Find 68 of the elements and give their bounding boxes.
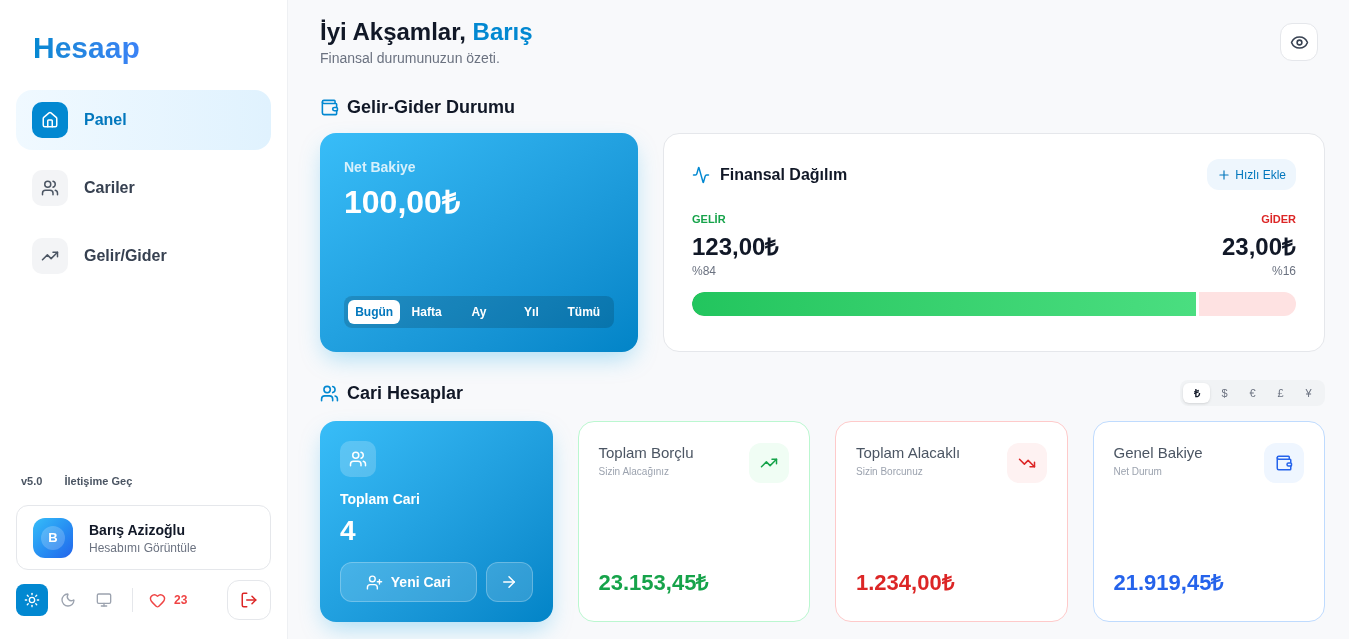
heart-icon [149, 591, 166, 609]
card-title: Toplam Borçlu [598, 443, 694, 463]
likes-button[interactable]: 23 [145, 591, 192, 609]
logout-icon [240, 591, 258, 609]
nav-item[interactable]: Cariler [16, 158, 271, 218]
page-title: İyi Akşamlar, Barış [320, 18, 533, 46]
income-percent: %84 [692, 263, 717, 279]
trend-down-icon [1006, 443, 1047, 483]
trend-up-icon [32, 238, 68, 274]
monitor-icon [96, 592, 112, 608]
user-subtitle: Hesabımı Görüntüle [89, 539, 197, 556]
card-title: Toplam Alacaklı [856, 443, 961, 463]
arrow-right-icon [500, 573, 518, 591]
expense-percent: %16 [1271, 263, 1296, 279]
user-name: Barış Azizoğlu [89, 520, 186, 540]
plus-icon [1217, 167, 1232, 182]
wallet-icon [1264, 443, 1304, 483]
logout-button[interactable] [227, 580, 271, 620]
period-tab[interactable]: Tümü [557, 300, 611, 324]
sun-icon [24, 592, 40, 608]
visibility-button[interactable] [1280, 23, 1318, 61]
card-amount: 23.153,45₺ [598, 569, 711, 597]
nav-item[interactable]: Panel [16, 90, 271, 150]
page-subtitle: Finansal durumunuzun özeti. [320, 49, 501, 68]
users-icon [32, 170, 68, 206]
light-theme-button[interactable] [16, 584, 48, 616]
currency-tab[interactable]: ¥ [1295, 383, 1322, 403]
card-title: Genel Bakiye [1113, 443, 1203, 463]
card-subtitle: Sizin Alacağınız [598, 465, 671, 479]
expense-label: GİDER [1261, 212, 1296, 227]
currency-tab[interactable]: £ [1267, 383, 1294, 403]
wallet-icon [320, 97, 339, 117]
total-accounts-count: 4 [340, 515, 357, 547]
period-tab[interactable]: Hafta [400, 300, 453, 324]
user-avatar: B [33, 517, 73, 558]
trend-up-icon [749, 443, 789, 483]
card-amount: 21.919,45₺ [1113, 569, 1226, 597]
section-title: Cari Hesaplar [347, 382, 464, 404]
nav-item[interactable]: Gelir/Gider [16, 226, 271, 286]
net-balance-label: Net Bakiye [344, 158, 417, 177]
currency-tab[interactable]: ₺ [1183, 383, 1210, 403]
moon-icon [60, 592, 76, 608]
total-accounts-label: Toplam Cari [340, 490, 421, 509]
card-title: Finansal Dağılım [720, 164, 848, 185]
home-icon [32, 102, 68, 138]
section-title: Gelir-Gider Durumu [347, 96, 516, 118]
net-balance-amount: 100,00₺ [344, 184, 461, 220]
users-icon [320, 383, 339, 403]
currency-tab[interactable]: € [1239, 383, 1266, 403]
user-card[interactable]: B Barış Azizoğlu Hesabımı Görüntüle [16, 505, 271, 570]
new-account-button[interactable]: Yeni Cari [340, 562, 477, 602]
quick-add-button[interactable]: Hızlı Ekle [1207, 159, 1296, 190]
users-icon [340, 441, 376, 477]
expense-amount: 23,00₺ [1221, 232, 1296, 262]
user-plus-icon [365, 573, 383, 591]
contact-link[interactable]: İletişime Geç [64, 473, 133, 489]
income-amount: 123,00₺ [692, 232, 780, 262]
period-tab[interactable]: Bugün [348, 300, 401, 324]
card-amount: 1.234,00₺ [856, 569, 956, 597]
pulse-icon [692, 165, 710, 184]
open-accounts-button[interactable] [485, 562, 533, 602]
card-subtitle: Net Durum [1113, 465, 1163, 479]
income-label: GELİR [692, 212, 726, 227]
currency-tab[interactable]: $ [1211, 383, 1238, 403]
card-subtitle: Sizin Borcunuz [856, 465, 924, 479]
version-label: v5.0 [21, 474, 43, 489]
period-tab[interactable]: Ay [452, 300, 506, 324]
period-tab[interactable]: Yıl [505, 300, 558, 324]
